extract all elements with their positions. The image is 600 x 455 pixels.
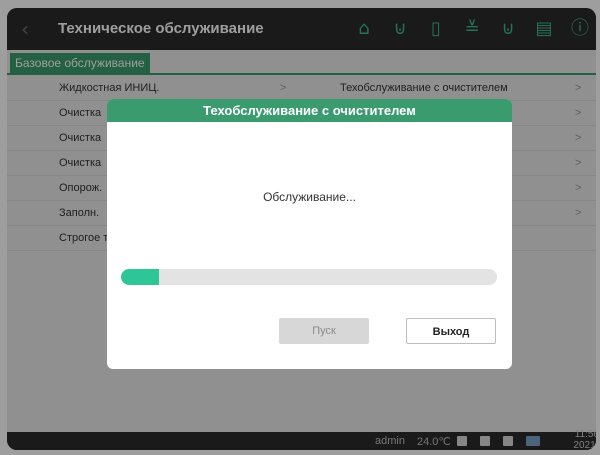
progress-fill xyxy=(121,269,159,285)
dialog-message: Обслуживание... xyxy=(263,190,356,204)
exit-button[interactable]: Выход xyxy=(406,318,496,344)
start-button[interactable]: Пуск xyxy=(279,318,369,344)
progress-bar xyxy=(121,269,497,285)
dialog-title: Техобслуживание с очистителем xyxy=(107,99,512,122)
device-frame: ‹ Техническое обслуживание ⌂ ⊍ ▯ ≚ ⊍ ▤ ⓘ… xyxy=(0,0,600,455)
maintenance-dialog: Техобслуживание с очистителем Обслуживан… xyxy=(107,99,512,369)
